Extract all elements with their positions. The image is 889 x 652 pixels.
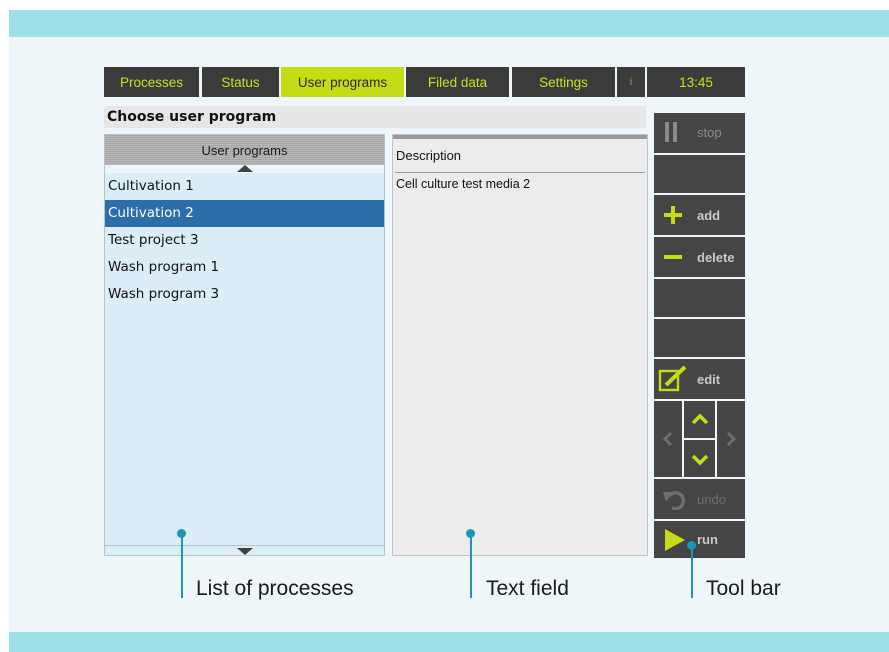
pause-icon (665, 122, 677, 142)
callout-line-text (470, 534, 472, 598)
callout-line-list (181, 534, 183, 598)
callout-dot-text (466, 529, 475, 538)
arrow-up-icon (236, 165, 253, 172)
scroll-up-button[interactable] (105, 165, 384, 173)
tab-status[interactable]: Status (202, 67, 279, 97)
callout-label-list: List of processes (196, 577, 354, 600)
tab-filed-data[interactable]: Filed data (406, 67, 509, 97)
stop-button[interactable]: stop (654, 113, 745, 153)
scroll-down-button[interactable] (105, 545, 384, 555)
callout-label-text: Text field (486, 577, 569, 600)
tab-processes[interactable]: Processes (104, 67, 199, 97)
bottom-band (9, 632, 889, 652)
edit-icon (658, 365, 687, 392)
stop-label: stop (697, 125, 722, 140)
description-top-bar (393, 135, 647, 139)
callout-dot-toolbar (687, 541, 696, 550)
list-header[interactable]: User programs (105, 135, 384, 165)
chevron-right-icon (726, 431, 737, 447)
callout-label-toolbar: Tool bar (706, 577, 781, 600)
description-panel: Description Cell culture test media 2 (392, 134, 648, 556)
chevron-left-icon (662, 431, 673, 447)
nav-down-button[interactable] (684, 440, 715, 477)
list-item[interactable]: Wash program 1 (105, 254, 384, 281)
edit-label: edit (697, 372, 721, 387)
description-divider (395, 172, 645, 173)
tab-info[interactable]: i (617, 67, 645, 97)
empty-tool-slot (654, 279, 745, 317)
empty-tool-slot (654, 155, 745, 193)
delete-label: delete (697, 250, 735, 265)
undo-button[interactable]: undo (654, 479, 745, 519)
program-list-panel: User programs Cultivation 1 Cultivation … (104, 134, 385, 556)
tool-bar: stop add delete edit undo run (654, 113, 745, 558)
nav-up-button[interactable] (684, 401, 715, 438)
delete-button[interactable]: delete (654, 237, 745, 277)
arrow-down-icon (236, 548, 253, 555)
description-text[interactable]: Cell culture test media 2 (396, 177, 530, 191)
chevron-up-icon (691, 413, 709, 425)
undo-icon (663, 491, 686, 510)
list-item-selected[interactable]: Cultivation 2 (105, 200, 384, 227)
run-label: run (697, 532, 718, 547)
clock-display: 13:45 (647, 67, 745, 97)
list-item[interactable]: Test project 3 (105, 227, 384, 254)
nav-right-button[interactable] (717, 401, 745, 477)
add-button[interactable]: add (654, 195, 745, 235)
empty-tool-slot (654, 319, 745, 357)
minus-icon (664, 255, 682, 259)
tab-user-programs[interactable]: User programs (281, 67, 404, 97)
program-list: Cultivation 1 Cultivation 2 Test project… (105, 173, 384, 308)
top-band (9, 10, 889, 37)
play-icon (665, 529, 685, 551)
run-button[interactable]: run (654, 521, 745, 558)
description-label: Description (396, 148, 462, 163)
nav-left-button[interactable] (654, 401, 682, 477)
undo-label: undo (697, 492, 726, 507)
page-title: Choose user program (104, 106, 646, 128)
list-item[interactable]: Cultivation 1 (105, 173, 384, 200)
list-item[interactable]: Wash program 3 (105, 281, 384, 308)
plus-icon (664, 206, 682, 224)
add-label: add (697, 208, 721, 223)
chevron-down-icon (691, 454, 709, 466)
edit-button[interactable]: edit (654, 359, 745, 399)
callout-dot-list (177, 529, 186, 538)
tab-settings[interactable]: Settings (512, 67, 615, 97)
callout-line-toolbar (691, 546, 693, 598)
